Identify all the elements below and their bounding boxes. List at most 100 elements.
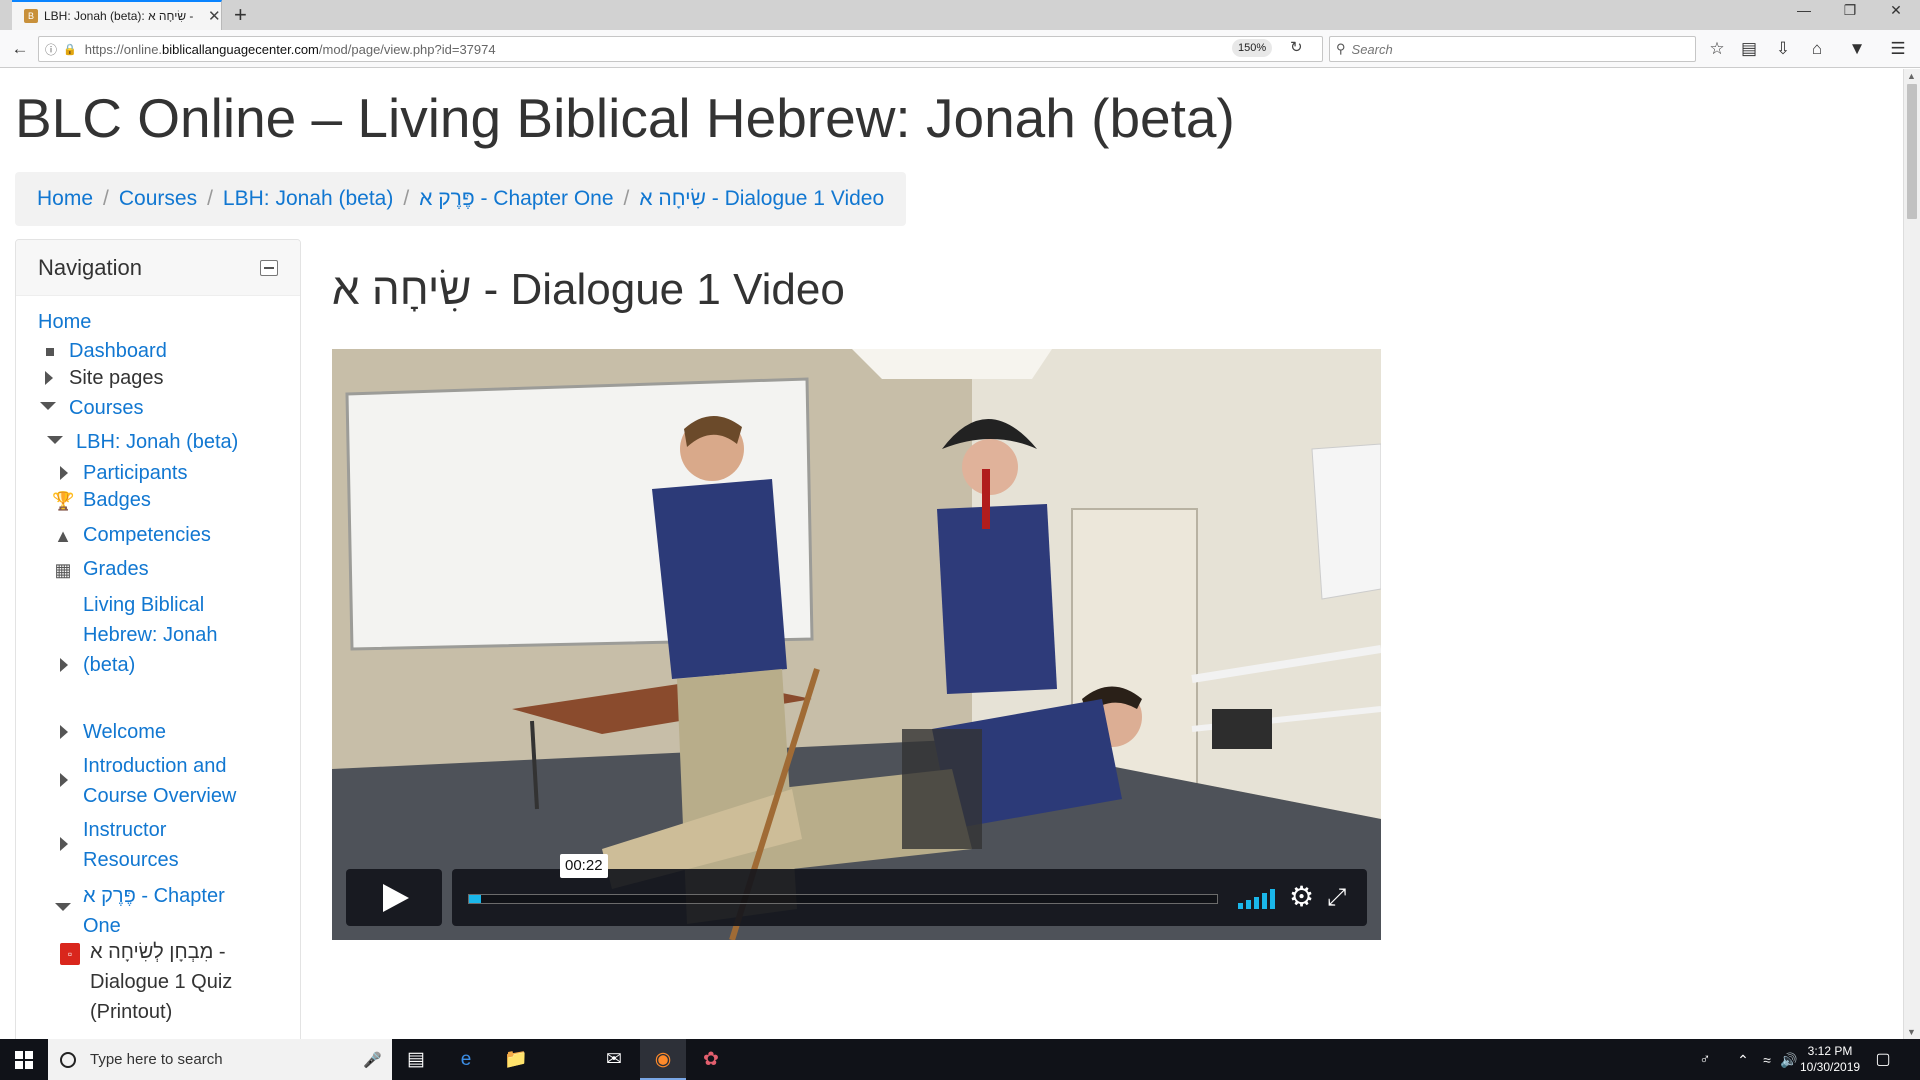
video-progress-bar[interactable] <box>468 894 1218 904</box>
download-icon[interactable]: ⇩ <box>1772 38 1794 60</box>
play-button[interactable] <box>346 869 442 926</box>
show-hidden-icons-icon[interactable]: ⌃ <box>1730 1047 1756 1073</box>
nav-item-instructor-resources[interactable]: Instructor Resources <box>83 815 179 875</box>
nav-item-grades[interactable]: Grades <box>83 554 149 584</box>
pocket-icon[interactable]: ▼ <box>1846 38 1868 60</box>
zoom-level-badge[interactable]: 150% <box>1232 39 1273 57</box>
minimize-button[interactable]: — <box>1784 2 1824 26</box>
nav-item-label-line[interactable]: Living Biblical <box>83 594 204 616</box>
mail-icon[interactable]: ✉ <box>601 1047 627 1073</box>
system-clock[interactable]: 3:12 PM 10/30/2019 <box>1800 1043 1860 1075</box>
nav-item-label-line[interactable]: Resources <box>83 849 179 871</box>
menu-icon[interactable]: ☰ <box>1887 38 1909 60</box>
expand-icon[interactable] <box>60 773 68 787</box>
settings-gear-icon[interactable]: ⚙ <box>1289 882 1314 912</box>
expand-icon[interactable] <box>60 725 68 739</box>
nav-item-site-pages[interactable]: Site pages <box>69 363 164 393</box>
breadcrumb-course[interactable]: LBH: Jonah (beta) <box>223 187 393 211</box>
nav-item-introduction[interactable]: Introduction and Course Overview <box>83 751 236 811</box>
nav-item-label-line[interactable]: Instructor <box>83 819 166 841</box>
collapse-block-icon[interactable] <box>260 259 278 276</box>
library-icon[interactable]: ▤ <box>1738 38 1760 60</box>
nav-item-living-biblical-hebrew[interactable]: Living Biblical Hebrew: Jonah (beta) <box>83 590 218 680</box>
nav-item-dashboard[interactable]: Dashboard <box>69 336 167 366</box>
nav-item-label[interactable]: Courses <box>69 397 143 419</box>
nav-item-competencies[interactable]: Competencies <box>83 520 211 550</box>
task-view-icon[interactable]: ▤ <box>403 1047 429 1073</box>
nav-item-label[interactable]: Home <box>38 311 91 333</box>
video-player[interactable]: 00:22 ⚙ ⤢ <box>332 349 1381 940</box>
expand-icon[interactable] <box>45 371 53 385</box>
breadcrumb-separator: / <box>403 187 410 210</box>
nav-item-badges[interactable]: Badges <box>83 485 151 515</box>
edge-browser-icon[interactable]: e <box>453 1047 479 1073</box>
browser-toolbar: ← ⓘ 🔒 https://online.biblicallanguagecen… <box>0 30 1920 68</box>
nav-item-label[interactable]: Dashboard <box>69 340 167 362</box>
expand-icon[interactable] <box>60 837 68 851</box>
taskbar-search-box[interactable]: Type here to search 🎤 <box>48 1039 392 1080</box>
scroll-down-icon[interactable]: ▼ <box>1907 1027 1916 1037</box>
info-icon[interactable]: ⓘ <box>45 41 57 58</box>
breadcrumb-courses[interactable]: Courses <box>119 187 197 211</box>
windows-start-icon[interactable] <box>0 1039 48 1080</box>
nav-item-chapter-one[interactable]: פֶּרֶק א - Chapter One <box>83 881 225 941</box>
nav-item-label[interactable]: Site pages <box>69 367 164 389</box>
people-icon[interactable]: ♂ <box>1692 1047 1718 1073</box>
tab-close-icon[interactable]: ✕ <box>208 7 221 25</box>
file-explorer-icon[interactable]: 📁 <box>503 1047 529 1073</box>
scrollbar-thumb[interactable] <box>1907 84 1917 219</box>
microphone-icon[interactable]: 🎤 <box>363 1051 382 1069</box>
nav-item-course-lbh-jonah[interactable]: LBH: Jonah (beta) <box>76 427 238 457</box>
nav-item-label-line[interactable]: One <box>83 915 121 937</box>
fullscreen-icon[interactable]: ⤢ <box>1327 883 1346 913</box>
address-bar[interactable]: ⓘ 🔒 https://online.biblicallanguagecente… <box>38 36 1323 62</box>
breadcrumb-home[interactable]: Home <box>37 187 93 211</box>
expand-icon[interactable] <box>60 658 68 672</box>
nav-item-label[interactable]: Badges <box>83 489 151 511</box>
firefox-taskbar-button[interactable]: ◉ <box>640 1039 686 1080</box>
page-scrollbar[interactable]: ▲ ▼ <box>1903 69 1920 1039</box>
maximize-button[interactable]: ❐ <box>1830 2 1870 26</box>
bookmark-star-icon[interactable]: ☆ <box>1706 38 1728 60</box>
new-tab-button[interactable]: + <box>234 2 247 28</box>
nav-item-participants[interactable]: Participants <box>83 458 188 488</box>
breadcrumb-chapter[interactable]: פֶּרֶק א - Chapter One <box>419 187 613 211</box>
collapse-icon[interactable] <box>40 402 56 410</box>
collapse-icon[interactable] <box>55 903 71 911</box>
browser-search-box[interactable]: ⚲ <box>1329 36 1696 62</box>
nav-item-label[interactable]: Welcome <box>83 721 166 743</box>
reload-icon[interactable]: ↻ <box>1290 38 1303 56</box>
browser-search-input[interactable] <box>1351 41 1672 57</box>
nav-item-label[interactable]: LBH: Jonah (beta) <box>76 431 238 453</box>
nav-item-label-line[interactable]: Course Overview <box>83 785 236 807</box>
collapse-icon[interactable] <box>47 436 63 444</box>
nav-item-dialogue-quiz[interactable]: מִבְחָן לְשִׂיחָה א - Dialogue 1 Quiz (P… <box>90 937 232 1027</box>
browser-tab[interactable]: B LBH: Jonah (beta): שִׂיחָה א - ✕ <box>12 0 222 30</box>
action-center-icon[interactable]: ▢ <box>1870 1047 1896 1073</box>
nav-item-label-line[interactable]: מִבְחָן לְשִׂיחָה א - <box>90 941 226 963</box>
nav-item-label[interactable]: Competencies <box>83 524 211 546</box>
breadcrumb-current[interactable]: שִׂיחָה א - Dialogue 1 Video <box>639 187 884 211</box>
nav-item-label[interactable]: Participants <box>83 462 188 484</box>
nav-item-welcome[interactable]: Welcome <box>83 717 166 747</box>
nav-item-label[interactable]: Grades <box>83 558 149 580</box>
url-text[interactable]: https://online.biblicallanguagecenter.co… <box>85 42 1322 57</box>
speaker-icon[interactable]: 🔊 <box>1776 1047 1802 1073</box>
nav-item-courses[interactable]: Courses <box>69 393 143 423</box>
app-icon[interactable]: ✿ <box>698 1047 724 1073</box>
nav-item-label-line[interactable]: Introduction and <box>83 755 226 777</box>
back-arrow-icon[interactable]: ← <box>9 38 31 60</box>
nav-item-label-line[interactable]: Hebrew: Jonah <box>83 624 218 646</box>
nav-item-label-line[interactable]: (beta) <box>83 654 135 676</box>
scroll-up-icon[interactable]: ▲ <box>1907 71 1916 81</box>
home-icon[interactable]: ⌂ <box>1806 38 1828 60</box>
expand-icon[interactable] <box>60 466 68 480</box>
nav-item-label-line[interactable]: פֶּרֶק א - Chapter <box>83 885 225 907</box>
taskbar-search-placeholder[interactable]: Type here to search <box>90 1051 363 1068</box>
volume-icon[interactable] <box>1238 889 1276 909</box>
nav-item-home[interactable]: Home <box>38 307 91 337</box>
lock-icon: 🔒 <box>63 43 77 56</box>
close-window-button[interactable]: ✕ <box>1876 2 1916 26</box>
nav-item-label-line[interactable]: (Printout) <box>90 1001 172 1023</box>
nav-item-label-line[interactable]: Dialogue 1 Quiz <box>90 971 232 993</box>
